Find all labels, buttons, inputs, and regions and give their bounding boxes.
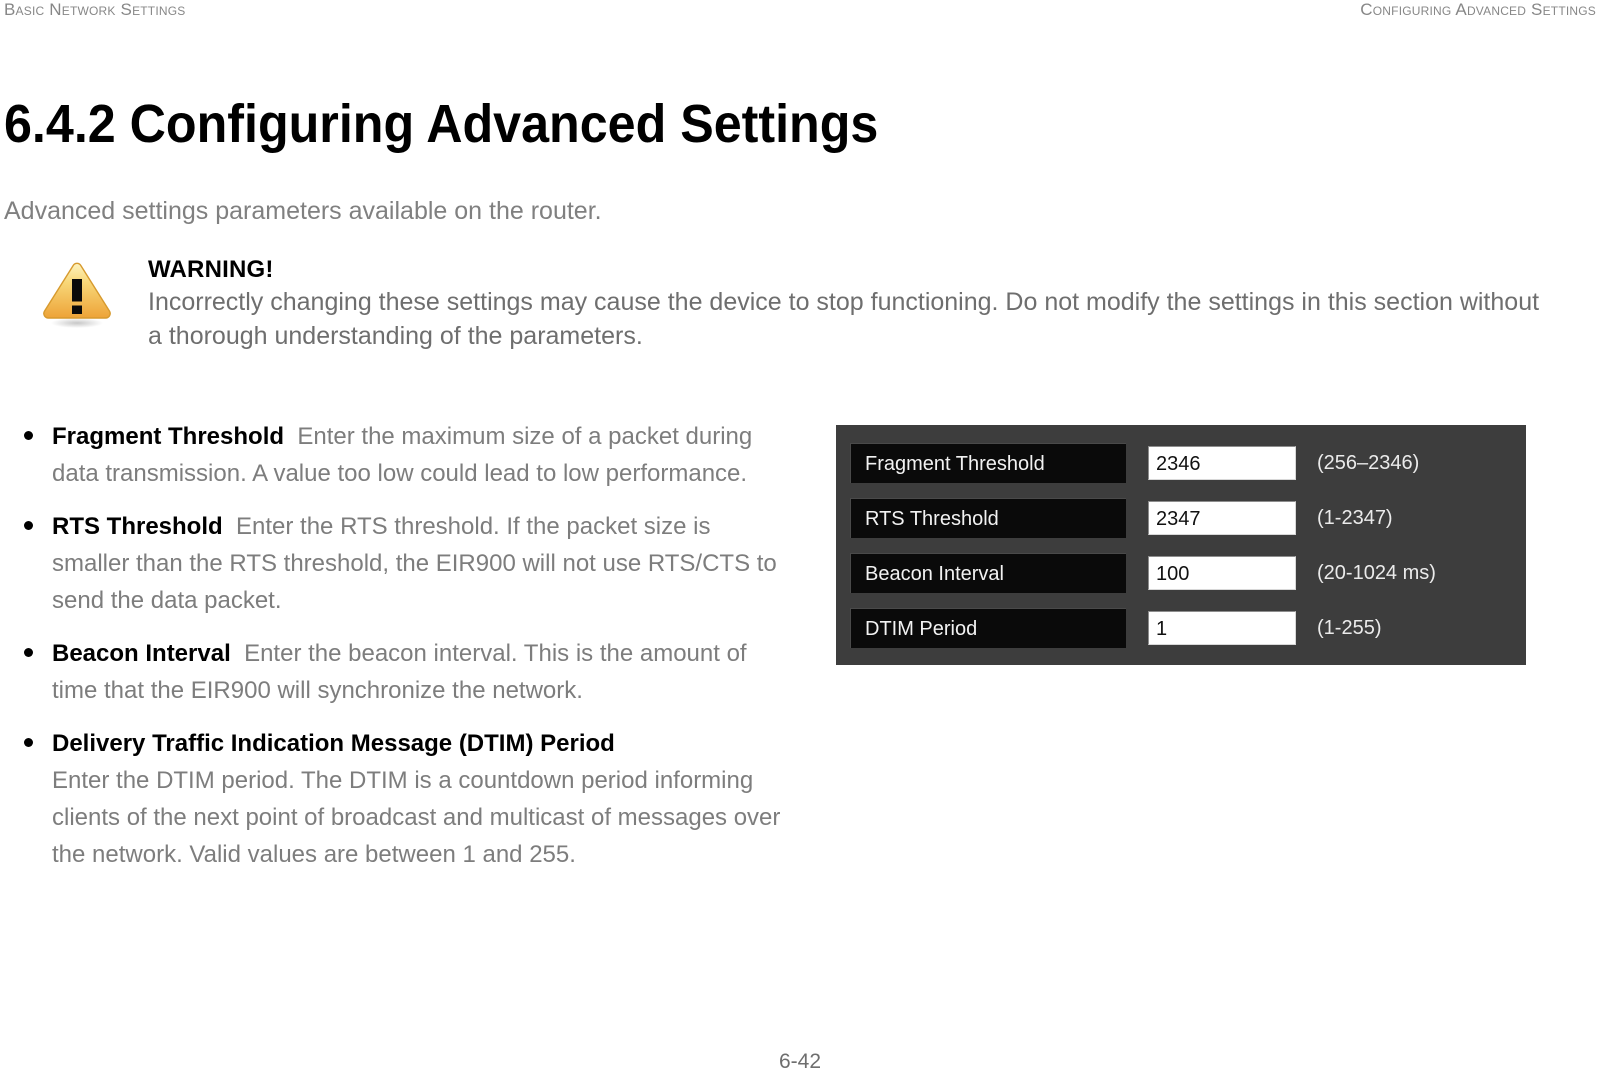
bullet-item: Delivery Traffic Indication Message (DTI… — [14, 725, 784, 873]
bullet-label: Beacon Interval — [52, 640, 231, 667]
bullet-dot-icon — [24, 521, 33, 530]
bullet-item: RTS Threshold Enter the RTS threshold. I… — [14, 508, 784, 619]
settings-row: DTIM Period 1 (1-255) — [850, 606, 1526, 650]
footer-page-number: 6-42 — [778, 1050, 822, 1073]
intro-paragraph: Advanced settings parameters available o… — [4, 197, 602, 225]
warning-title: WARNING! — [148, 256, 274, 283]
settings-row-range-hint: (1-2347) — [1317, 506, 1393, 529]
bullet-dot-icon — [24, 738, 33, 747]
bullet-label: RTS Threshold — [52, 513, 223, 540]
bullet-item: Fragment Threshold Enter the maximum siz… — [14, 418, 784, 492]
router-advanced-settings-screenshot: Fragment Threshold 2346 (256–2346) RTS Thre… — [836, 425, 1526, 665]
warning-block: WARNING! Incorrectly changing these sett… — [40, 255, 1540, 353]
settings-row-range-hint: (1-255) — [1317, 616, 1382, 639]
settings-row-range-hint: (20-1024 ms) — [1317, 561, 1436, 584]
parameter-bullet-list: Fragment Threshold Enter the maximum siz… — [14, 418, 784, 889]
settings-row-label: Fragment Threshold — [850, 443, 1126, 483]
running-header-right: Configuring Advanced Settings — [1360, 0, 1596, 19]
bullet-item: Beacon Interval Enter the beacon interva… — [14, 635, 784, 709]
settings-row: RTS Threshold 2347 (1-2347) — [850, 496, 1526, 540]
settings-row: Beacon Interval 100 (20-1024 ms) — [850, 551, 1526, 595]
page-title: 6.4.2 Configuring Advanced Settings — [4, 94, 879, 155]
warning-triangle-icon — [40, 257, 114, 329]
settings-row-input[interactable]: 2346 — [1148, 446, 1296, 480]
warning-body: Incorrectly changing these settings may … — [148, 288, 1540, 350]
settings-row-label: Beacon Interval — [850, 553, 1126, 593]
settings-row-input[interactable]: 2347 — [1148, 501, 1296, 535]
bullet-label: Delivery Traffic Indication Message (DTI… — [52, 730, 615, 757]
running-header-left: Basic Network Settings — [4, 0, 186, 19]
running-header: Basic Network Settings Configuring Advan… — [0, 0, 1600, 22]
bullet-text: Enter the DTIM period. The DTIM is a cou… — [52, 767, 781, 868]
settings-row-range-hint: (256–2346) — [1317, 451, 1420, 474]
settings-row-input[interactable]: 1 — [1148, 611, 1296, 645]
bullet-dot-icon — [24, 648, 33, 657]
settings-row: Fragment Threshold 2346 (256–2346) — [850, 441, 1526, 485]
settings-row-input[interactable]: 100 — [1148, 556, 1296, 590]
settings-row-label: DTIM Period — [850, 608, 1126, 648]
settings-row-label: RTS Threshold — [850, 498, 1126, 538]
bullet-dot-icon — [24, 431, 33, 440]
bullet-label: Fragment Threshold — [52, 423, 285, 450]
